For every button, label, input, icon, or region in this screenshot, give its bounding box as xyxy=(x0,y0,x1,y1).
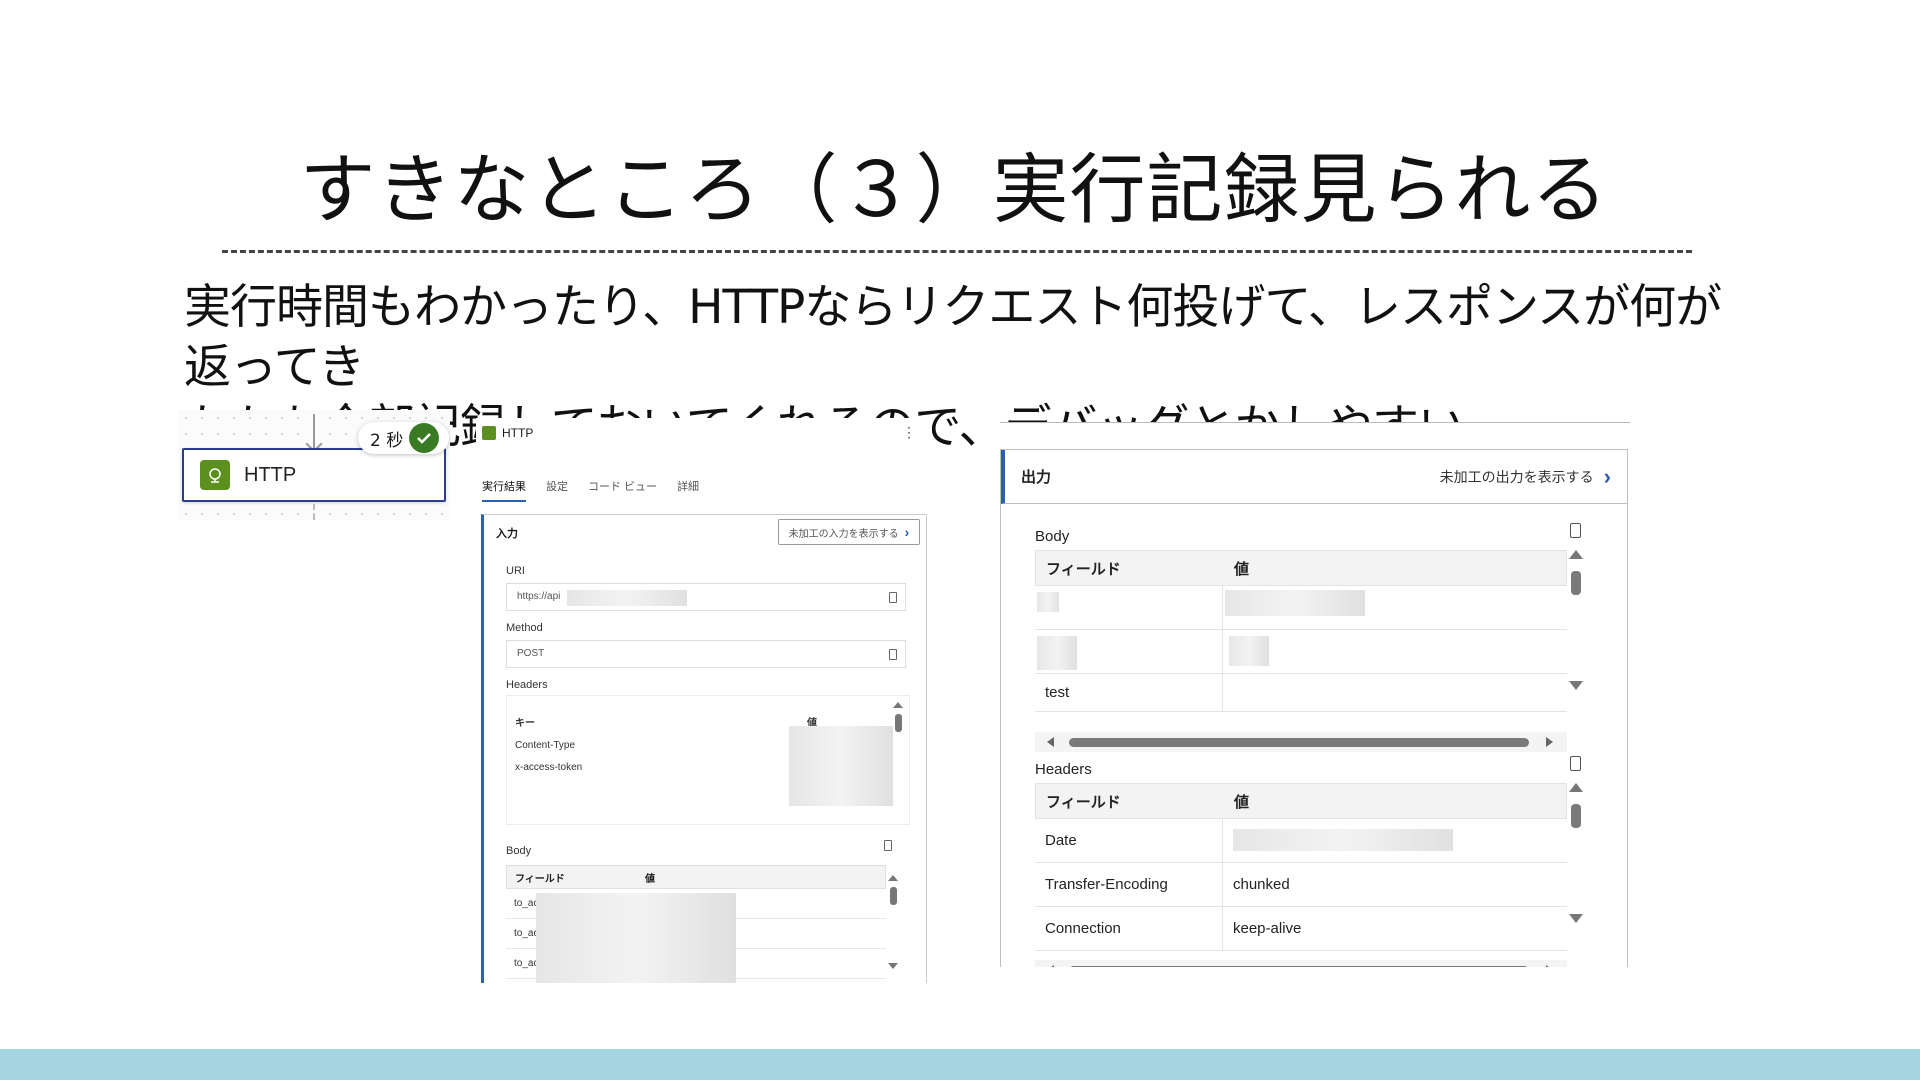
footer-bar xyxy=(0,1049,1920,1080)
horizontal-scrollbar[interactable] xyxy=(1035,732,1567,752)
row-value: chunked xyxy=(1233,876,1290,893)
table-header: フィールド 値 xyxy=(1035,783,1567,819)
redacted-block xyxy=(567,590,687,606)
redacted-block xyxy=(1225,590,1365,616)
input-body-table: フィールド 値 to_ac to_ac to_ac xyxy=(506,865,886,983)
output-card: 出力 未加工の出力を表示する › Body フィールド 値 test Heade… xyxy=(1000,449,1628,967)
run-details-panel: HTTP ⋮ 実行結果 設定 コード ビュー 詳細 入力 未加工の入力を表示する… xyxy=(476,418,932,983)
output-header: 出力 未加工の出力を表示する › xyxy=(1001,450,1627,504)
panel-header: HTTP xyxy=(482,426,533,440)
field-column: フィールド xyxy=(515,873,565,885)
table-row: Connection keep-alive xyxy=(1035,907,1567,951)
output-panel: 出力 未加工の出力を表示する › Body フィールド 値 test Heade… xyxy=(1000,422,1630,967)
more-options-icon[interactable]: ⋮ xyxy=(902,424,916,441)
uri-label: URI xyxy=(506,565,525,577)
panel-header-title: HTTP xyxy=(502,426,534,440)
vertical-scrollbar[interactable] xyxy=(1567,783,1585,923)
success-check-icon xyxy=(409,423,440,453)
show-raw-output-link[interactable]: 未加工の出力を表示する › xyxy=(1439,463,1611,489)
body-line-1: 実行時間もわかったり、HTTPならリクエスト何投げて、レスポンスが何が返ってき xyxy=(184,280,1722,395)
node-label: HTTP xyxy=(244,463,297,486)
redacted-block xyxy=(1037,636,1077,670)
globe-icon xyxy=(200,460,230,490)
row-field: test xyxy=(1035,674,1223,711)
tab-run-result[interactable]: 実行結果 xyxy=(482,478,526,502)
copy-icon[interactable] xyxy=(1570,523,1581,538)
duration-badge: 2 秒 xyxy=(358,422,450,454)
output-headers-title: Headers xyxy=(1035,761,1092,778)
chevron-right-icon: › xyxy=(904,524,910,540)
tab-code-view[interactable]: コード ビュー xyxy=(588,478,657,502)
table-row: Transfer-Encoding chunked xyxy=(1035,863,1567,907)
input-card: 入力 未加工の入力を表示する › URI https://api Method … xyxy=(481,514,927,983)
http-icon xyxy=(482,426,496,440)
redacted-block xyxy=(536,893,736,983)
row-field: Date xyxy=(1035,819,1223,862)
tab-details[interactable]: 詳細 xyxy=(677,478,699,502)
row-field: Transfer-Encoding xyxy=(1035,863,1223,906)
table-row xyxy=(1035,586,1567,630)
copy-icon[interactable] xyxy=(889,592,897,603)
table-header: フィールド 値 xyxy=(1035,550,1567,586)
slide-title: すきなところ（３）実行記録見られる xyxy=(299,145,1609,234)
show-raw-input-label: 未加工の入力を表示する xyxy=(788,528,899,540)
method-field[interactable]: POST xyxy=(506,640,906,668)
output-body-title: Body xyxy=(1035,528,1070,545)
method-label: Method xyxy=(506,622,543,634)
show-raw-output-label: 未加工の出力を表示する xyxy=(1439,468,1594,485)
input-headers-table: キー 値 Content-Type x-access-token xyxy=(506,695,910,825)
http-action-node[interactable]: HTTP xyxy=(182,448,446,502)
value-column: 値 xyxy=(1234,793,1250,811)
output-body-table: フィールド 値 test xyxy=(1035,550,1567,712)
horizontal-scrollbar[interactable] xyxy=(1035,960,1567,967)
uri-value: https://api xyxy=(517,591,561,602)
header-row-key: Content-Type xyxy=(515,740,576,751)
row-field xyxy=(1035,586,1223,629)
duration-text: 2 秒 xyxy=(370,430,404,451)
table-row: Date xyxy=(1035,819,1567,863)
copy-icon[interactable] xyxy=(889,649,897,660)
value-column: 値 xyxy=(645,873,655,885)
connector-tail xyxy=(313,504,315,520)
body-table-header: フィールド 値 xyxy=(506,865,886,889)
tab-settings[interactable]: 設定 xyxy=(546,478,568,502)
redacted-block xyxy=(789,726,893,806)
redacted-block xyxy=(1037,592,1059,612)
flow-canvas: HTTP 2 秒 xyxy=(178,410,450,520)
table-row: test xyxy=(1035,674,1567,712)
field-column: フィールド xyxy=(1046,560,1121,578)
chevron-right-icon: › xyxy=(1603,463,1611,489)
uri-field[interactable]: https://api xyxy=(506,583,906,611)
row-value: keep-alive xyxy=(1233,920,1302,937)
redacted-block xyxy=(1229,636,1269,666)
field-column: フィールド xyxy=(1046,793,1121,811)
slide: すきなところ（３）実行記録見られる 実行時間もわかったり、HTTPならリクエスト… xyxy=(0,0,1920,1080)
row-field: Connection xyxy=(1035,907,1223,950)
method-value: POST xyxy=(517,648,545,659)
copy-icon[interactable] xyxy=(1570,756,1581,771)
value-column: 値 xyxy=(1234,560,1250,578)
input-title: 入力 xyxy=(496,528,518,540)
table-row xyxy=(1035,630,1567,674)
body-label: Body xyxy=(506,845,532,857)
vertical-scrollbar[interactable] xyxy=(893,702,903,742)
output-title: 出力 xyxy=(1021,469,1052,486)
vertical-scrollbar[interactable] xyxy=(1567,550,1585,690)
copy-icon[interactable] xyxy=(884,840,892,851)
vertical-scrollbar[interactable] xyxy=(888,875,898,969)
show-raw-input-button[interactable]: 未加工の入力を表示する › xyxy=(778,519,920,545)
headers-label: Headers xyxy=(506,679,548,691)
headers-key-column: キー xyxy=(515,718,535,729)
output-headers-table: フィールド 値 Date Transfer-Encoding chunked C… xyxy=(1035,783,1567,951)
header-row-key: x-access-token xyxy=(515,762,583,773)
redacted-block xyxy=(1233,829,1453,851)
tab-bar: 実行結果 設定 コード ビュー 詳細 xyxy=(482,478,699,502)
title-divider xyxy=(222,250,1692,253)
